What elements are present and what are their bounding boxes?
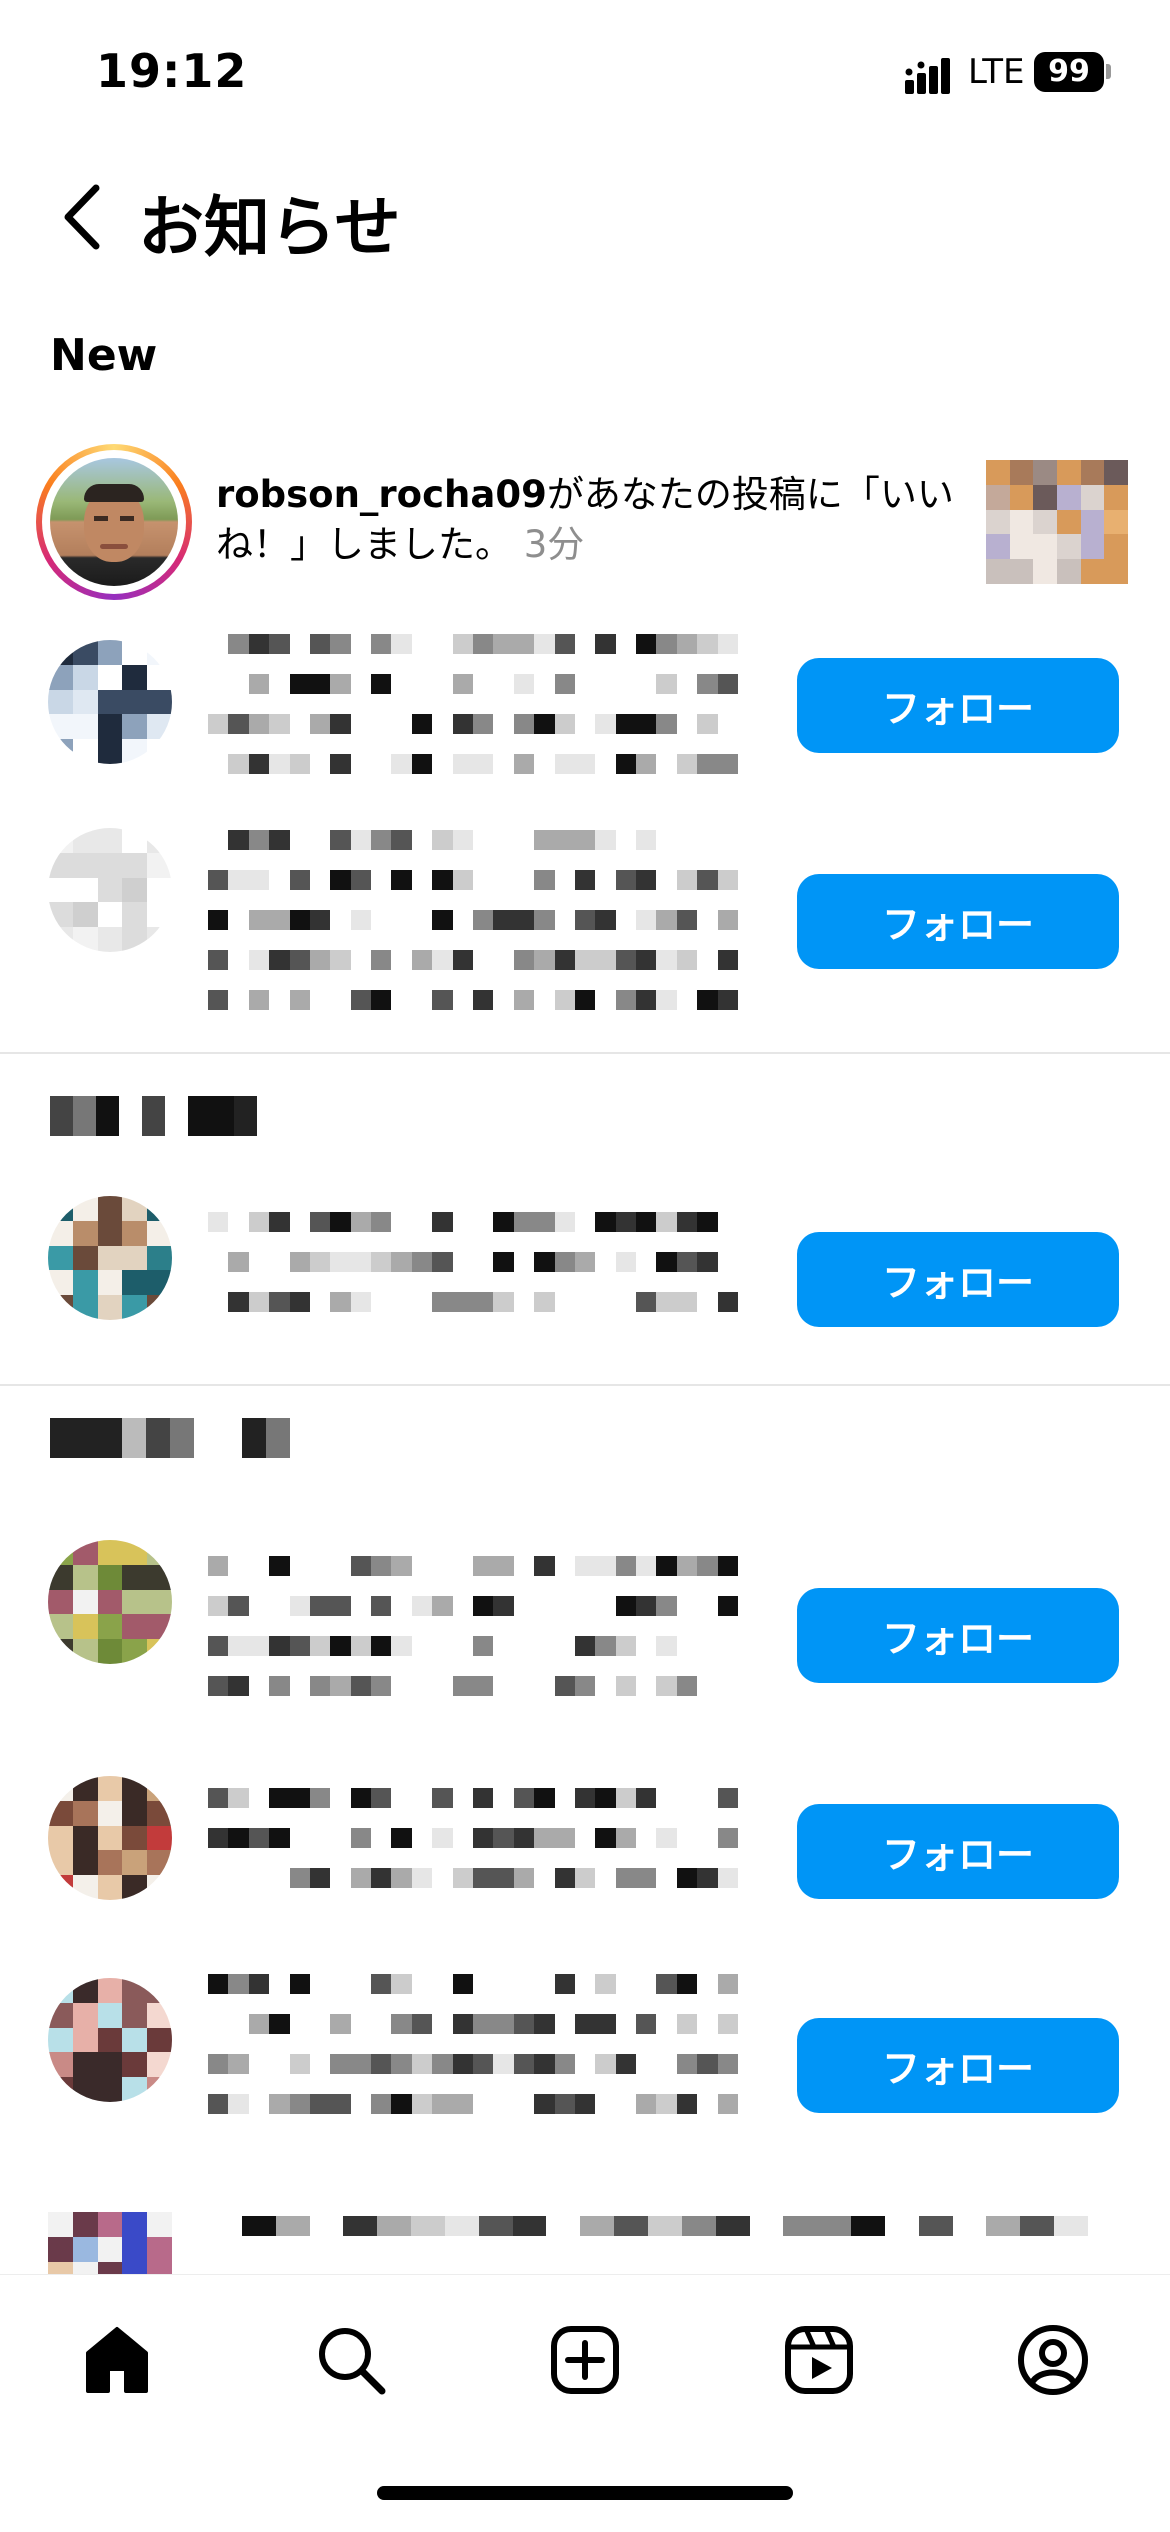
battery-tip (1106, 64, 1111, 79)
page-header: お知らせ (0, 160, 1170, 270)
search-icon[interactable] (306, 2315, 396, 2405)
list-item[interactable]: フォロー (0, 1520, 1170, 1720)
avatar (50, 458, 178, 586)
follow-button[interactable]: フォロー (797, 1232, 1119, 1327)
like-notification[interactable]: robson_rocha09があなたの投稿に「いいね！」しました。 3分 (0, 440, 1170, 600)
notification-username[interactable]: robson_rocha09 (216, 473, 547, 516)
list-item[interactable]: フォロー (0, 1760, 1170, 1940)
avatar[interactable] (48, 1978, 172, 2102)
home-indicator (377, 2486, 793, 2500)
avatar[interactable] (48, 1776, 172, 1900)
follow-button[interactable]: フォロー (797, 1804, 1119, 1899)
avatar[interactable] (48, 2212, 172, 2274)
follow-button[interactable]: フォロー (797, 874, 1119, 969)
notification-time: 3分 (523, 523, 585, 566)
page-title: お知らせ (138, 189, 401, 266)
redacted-text (208, 634, 738, 774)
redacted-text (208, 1212, 738, 1312)
list-item[interactable]: フォロー (0, 620, 1170, 800)
reels-icon[interactable] (774, 2315, 864, 2405)
create-post-icon[interactable] (540, 2315, 630, 2405)
redacted-section-heading (50, 1096, 280, 1136)
list-item[interactable]: フォロー (0, 810, 1170, 1030)
list-item[interactable]: フォロー (0, 1960, 1170, 2160)
home-icon[interactable] (72, 2315, 162, 2405)
battery-indicator: 99 (1034, 52, 1104, 92)
network-type: LTE (968, 52, 1025, 92)
post-thumbnail[interactable] (986, 460, 1128, 584)
profile-icon[interactable] (1008, 2315, 1098, 2405)
avatar[interactable] (48, 828, 172, 952)
redacted-text (208, 2216, 1088, 2236)
list-item[interactable] (0, 2196, 1170, 2274)
chevron-left-icon[interactable] (56, 182, 112, 252)
redacted-text (208, 1788, 738, 1888)
avatar[interactable] (48, 640, 172, 764)
section-label-new: New (50, 330, 158, 381)
notification-text: robson_rocha09があなたの投稿に「いいね！」しました。 3分 (216, 470, 956, 570)
avatar[interactable] (48, 1196, 172, 1320)
status-time: 19:12 (96, 44, 248, 98)
avatar[interactable] (48, 1540, 172, 1664)
follow-button[interactable]: フォロー (797, 658, 1119, 753)
redacted-text (208, 830, 738, 1010)
signal-icon (905, 58, 950, 94)
redacted-text (208, 1556, 738, 1696)
status-bar: 19:12 LTE 99 (0, 0, 1170, 140)
divider (0, 1384, 1170, 1386)
redacted-text (208, 1974, 738, 2114)
divider (0, 1052, 1170, 1054)
story-ring[interactable] (36, 444, 192, 600)
follow-button[interactable]: フォロー (797, 2018, 1119, 2113)
redacted-section-heading (50, 1418, 290, 1458)
follow-button[interactable]: フォロー (797, 1588, 1119, 1683)
list-item[interactable]: フォロー (0, 1180, 1170, 1360)
